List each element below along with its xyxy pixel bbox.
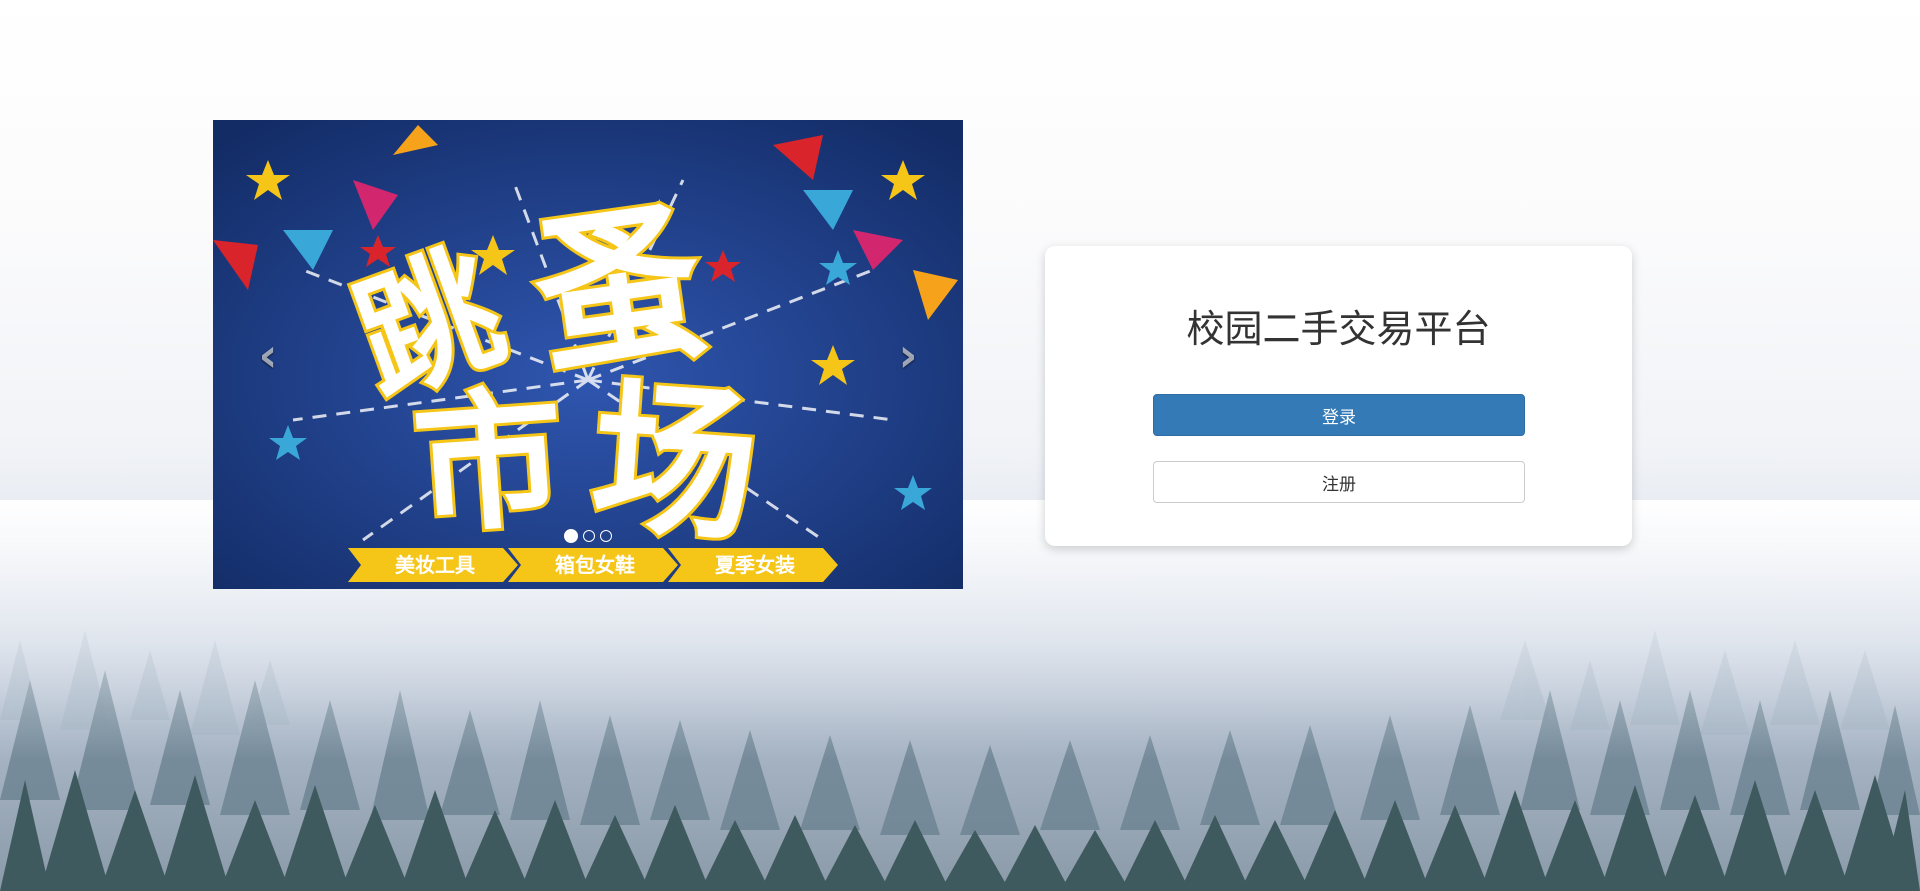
banner-carousel[interactable]: 跳 蚤 市 场 美妆工具 箱包女鞋 夏季女装 ‹ ›: [213, 120, 963, 589]
carousel-indicator-2[interactable]: [583, 530, 595, 542]
carousel-prev-button[interactable]: ‹: [213, 120, 323, 589]
flea-market-banner-image: 跳 蚤 市 场 美妆工具 箱包女鞋 夏季女装: [213, 120, 963, 589]
banner-char-3: 市: [408, 372, 570, 556]
register-button[interactable]: 注册: [1153, 461, 1525, 503]
ribbon-label-1: 美妆工具: [395, 553, 475, 577]
carousel-indicator-1[interactable]: [564, 529, 578, 543]
page-title: 校园二手交易平台: [1186, 307, 1491, 351]
login-card: 校园二手交易平台 登录 注册: [1045, 246, 1632, 546]
ribbon-label-3: 夏季女装: [715, 553, 795, 577]
chevron-right-icon: ›: [898, 327, 918, 382]
carousel-indicator-3[interactable]: [600, 530, 612, 542]
chevron-left-icon: ‹: [258, 327, 278, 382]
ribbon-label-2: 箱包女鞋: [555, 553, 635, 577]
login-button[interactable]: 登录: [1153, 394, 1525, 436]
carousel-indicators: [213, 529, 963, 543]
carousel-next-button[interactable]: ›: [853, 120, 963, 589]
